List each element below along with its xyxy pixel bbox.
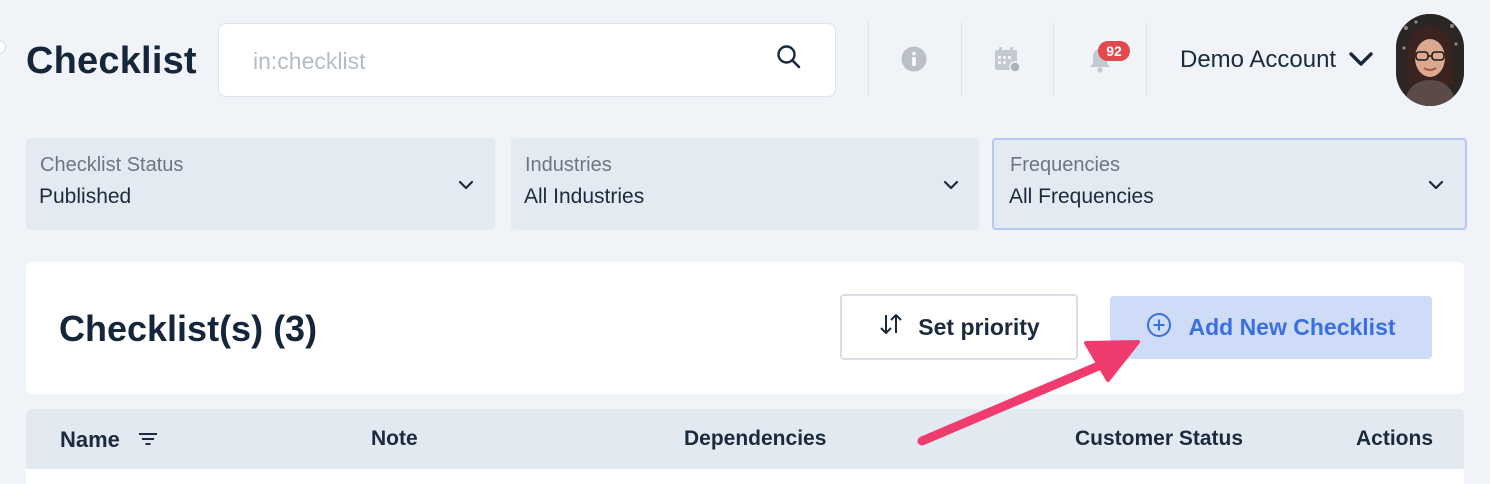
info-icon[interactable] [901,46,927,77]
search-box[interactable] [218,23,836,97]
calendar-icon[interactable] [993,45,1021,78]
add-new-checklist-label: Add New Checklist [1188,314,1396,340]
filter-value: Published [39,185,132,208]
header-divider [1146,22,1147,96]
filter-label: Checklist Status [40,154,184,176]
column-header-note: Note [371,427,418,450]
card-title: Checklist(s) (3) [59,308,318,349]
column-header-actions: Actions [1356,427,1434,450]
chevron-down-icon [1428,178,1444,196]
add-new-checklist-button[interactable]: Add New Checklist [1110,296,1432,359]
page-title: Checklist [26,40,197,82]
sort-arrows-icon [878,312,904,342]
column-header-dependencies: Dependencies [684,427,827,450]
filter-value: All Frequencies [1009,185,1154,208]
set-priority-label: Set priority [918,313,1040,340]
header-divider [961,22,962,96]
filter-industries[interactable]: Industries All Industries [511,138,979,230]
chevron-down-icon [943,178,959,196]
filter-label: Frequencies [1010,154,1121,176]
avatar[interactable] [1396,14,1464,106]
column-header-customer-status: Customer Status [1075,427,1244,450]
header-divider [1053,22,1054,96]
account-menu[interactable]: Demo Account [1180,44,1374,76]
filter-label: Industries [525,154,612,176]
filter-frequencies[interactable]: Frequencies All Frequencies [992,138,1467,230]
header-divider [868,22,869,96]
edge-handle [0,40,6,54]
page: Checklist in:checklist 92 Demo Account C… [0,0,1490,484]
column-header-name[interactable]: Name [60,427,120,453]
set-priority-button[interactable]: Set priority [840,294,1078,360]
account-name: Demo Account [1180,46,1337,73]
table-body [26,469,1464,484]
table-header: Name Note Dependencies Customer Status A… [26,409,1464,469]
plus-circle-icon [1146,312,1172,344]
chevron-down-icon [1348,44,1374,76]
checklist-card: Checklist(s) (3) Set priority Add New Ch… [26,262,1464,394]
filter-value: All Industries [524,185,645,208]
chevron-down-icon [458,178,474,196]
filter-lines-icon[interactable] [138,432,158,451]
notification-badge: 92 [1098,41,1130,61]
search-icon[interactable] [776,44,802,75]
filter-checklist-status[interactable]: Checklist Status Published [26,138,495,230]
search-input[interactable] [251,46,751,76]
